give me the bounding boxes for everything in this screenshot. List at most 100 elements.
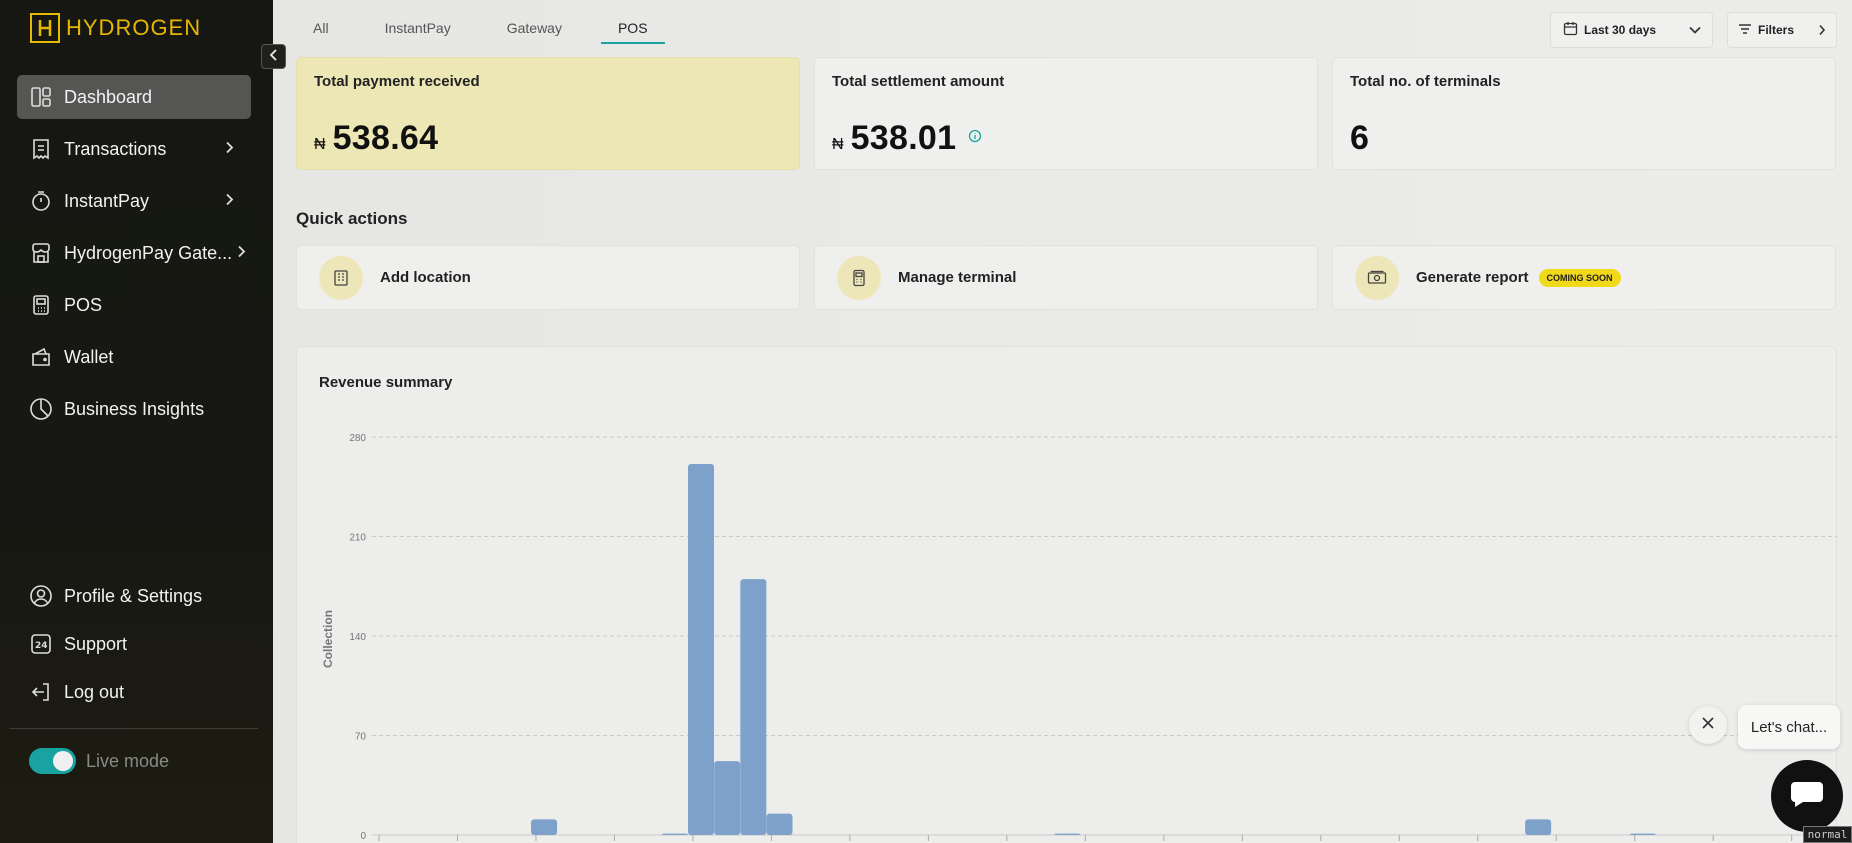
quick-action-manage-terminal[interactable]: Manage terminal <box>814 245 1318 310</box>
filters-button[interactable]: Filters <box>1727 12 1837 48</box>
timer-icon <box>29 189 53 213</box>
revenue-bar[interactable] <box>740 579 767 835</box>
terminal-icon <box>837 255 881 300</box>
sidebar-item-label: Wallet <box>64 346 114 367</box>
revenue-bar[interactable] <box>688 464 715 835</box>
sidebar-item-label: Support <box>64 633 128 654</box>
sidebar-collapse-button[interactable] <box>261 44 286 69</box>
sidebar-bottom-nav: Profile & Settings 24 Support Log out <box>17 576 251 720</box>
chevron-right-icon <box>1818 24 1826 39</box>
revenue-bar[interactable] <box>661 833 688 835</box>
quick-action-generate-report[interactable]: Generate report COMING SOON <box>1332 245 1836 310</box>
coming-soon-badge: COMING SOON <box>1538 268 1621 287</box>
chevron-down-icon <box>1688 23 1702 40</box>
revenue-bar[interactable] <box>714 761 741 835</box>
sidebar-item-label: InstantPay <box>64 190 150 211</box>
sidebar-item-transactions[interactable]: Transactions <box>17 127 251 171</box>
pie-chart-icon <box>29 397 53 421</box>
sidebar-item-label: Transactions <box>64 138 167 159</box>
date-range-dropdown[interactable]: Last 30 days <box>1550 12 1713 48</box>
dashboard-icon <box>29 85 53 109</box>
user-icon <box>29 584 53 608</box>
main-content: All InstantPay Gateway POS Last 30 days … <box>273 0 1852 843</box>
chat-launcher-button[interactable] <box>1771 760 1843 832</box>
svg-text:24: 24 <box>35 641 48 651</box>
tab-instantpay[interactable]: InstantPay <box>385 18 451 44</box>
y-tick-label: 0 <box>360 831 366 842</box>
card-value: 538.01 <box>850 119 957 157</box>
logout-icon <box>29 680 53 704</box>
quick-action-label: Add location <box>380 269 471 286</box>
quick-actions-title: Quick actions <box>296 209 408 228</box>
calendar-icon <box>1563 21 1578 39</box>
card-value-row: ₦ 538.01 <box>832 119 982 158</box>
sidebar-item-logout[interactable]: Log out <box>17 672 251 712</box>
tab-gateway[interactable]: Gateway <box>507 18 562 44</box>
tab-pos[interactable]: POS <box>600 18 665 44</box>
sidebar-item-label: Profile & Settings <box>64 585 203 606</box>
revenue-bar-chart: Collection 0 70 140 210 280 <box>321 433 1837 842</box>
sidebar-item-label: Business Insights <box>64 398 205 419</box>
chat-prompt-bubble[interactable]: Let's chat... <box>1738 705 1840 749</box>
card-total-terminals: Total no. of terminals 6 <box>1332 57 1836 170</box>
card-title: Total settlement amount <box>832 73 1005 90</box>
y-axis-label: Collection <box>321 610 335 668</box>
live-mode-label: Live mode <box>86 750 170 771</box>
tab-all[interactable]: All <box>313 18 329 44</box>
sidebar-item-instantpay[interactable]: InstantPay <box>17 179 251 223</box>
mode-indicator: normal <box>1803 826 1852 843</box>
sidebar-item-wallet[interactable]: Wallet <box>17 335 251 379</box>
wallet-icon <box>29 345 53 369</box>
sidebar-item-label: HydrogenPay Gate... <box>64 242 233 263</box>
sidebar-nav: Dashboard Transactions InstantPay Hydrog… <box>17 75 251 439</box>
cash-icon <box>1355 255 1399 300</box>
currency-symbol: ₦ <box>314 136 326 153</box>
card-value: 538.64 <box>332 119 439 157</box>
sidebar-item-label: POS <box>64 294 103 315</box>
filters-label: Filters <box>1758 23 1795 37</box>
revenue-bar[interactable] <box>1629 833 1656 835</box>
revenue-bar[interactable] <box>1054 833 1081 835</box>
currency-symbol: ₦ <box>832 136 844 153</box>
quick-action-add-location[interactable]: Add location <box>296 245 800 310</box>
sidebar-item-business-insights[interactable]: Business Insights <box>17 387 251 431</box>
info-icon[interactable] <box>968 129 982 148</box>
revenue-bar[interactable] <box>531 819 558 835</box>
date-range-label: Last 30 days <box>1584 23 1657 37</box>
quick-action-label: Generate report <box>1416 269 1529 286</box>
revenue-bar[interactable] <box>766 813 793 835</box>
sidebar-item-label: Log out <box>64 681 125 702</box>
building-icon <box>319 255 363 300</box>
y-tick-label: 140 <box>349 632 366 643</box>
y-tick-label: 70 <box>355 732 367 743</box>
sidebar-item-gateway[interactable]: HydrogenPay Gate... <box>17 231 251 275</box>
chevron-right-icon <box>225 191 235 212</box>
card-value-row: 6 <box>1350 119 1369 158</box>
filter-lines-icon <box>1738 23 1752 38</box>
live-mode: Live mode <box>29 748 169 774</box>
y-tick-label: 280 <box>349 433 366 444</box>
live-mode-toggle[interactable] <box>29 748 76 774</box>
card-title: Total payment received <box>314 73 480 90</box>
sidebar: HYDROGEN Dashboard Transactions InstantP… <box>0 0 273 843</box>
card-value-row: ₦ 538.64 <box>314 119 438 158</box>
brand-logo[interactable]: HYDROGEN <box>30 13 201 43</box>
sidebar-item-label: Dashboard <box>64 86 153 107</box>
sidebar-item-dashboard[interactable]: Dashboard <box>17 75 251 119</box>
revenue-summary-panel: Revenue summary Collection 0 70 140 210 280 <box>296 346 1837 843</box>
brand-name: HYDROGEN <box>66 15 202 40</box>
support-24-icon: 24 <box>29 632 53 656</box>
channel-tabs: All InstantPay Gateway POS <box>313 18 721 44</box>
card-title: Total no. of terminals <box>1350 73 1501 90</box>
chat-icon <box>1789 779 1825 814</box>
sidebar-divider <box>9 728 258 729</box>
sidebar-item-profile-settings[interactable]: Profile & Settings <box>17 576 251 616</box>
sidebar-item-support[interactable]: 24 Support <box>17 624 251 664</box>
sidebar-item-pos[interactable]: POS <box>17 283 251 327</box>
card-total-settlement: Total settlement amount ₦ 538.01 <box>814 57 1318 170</box>
chevron-left-icon <box>269 48 279 66</box>
revenue-bar[interactable] <box>1525 819 1552 835</box>
chat-dismiss-button[interactable] <box>1689 706 1727 744</box>
chevron-right-icon <box>225 139 235 160</box>
quick-action-label: Manage terminal <box>898 269 1017 286</box>
